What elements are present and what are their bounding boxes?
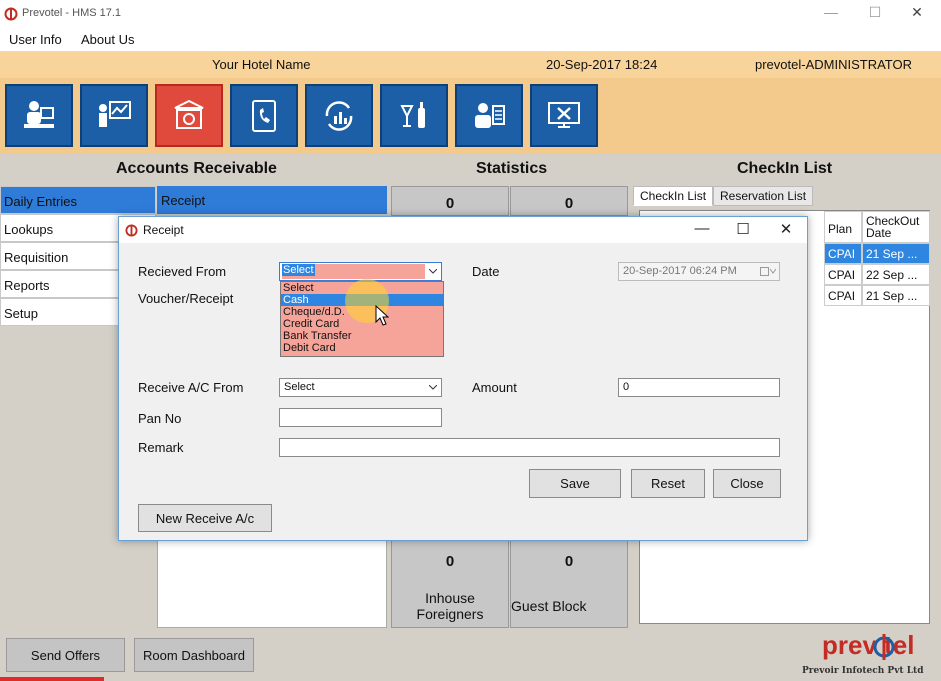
- stat-inhouse-foreigners-value: 0: [445, 553, 455, 570]
- amount-input[interactable]: 0: [618, 378, 780, 397]
- logged-user: prevotel-ADMINISTRATOR: [755, 57, 912, 72]
- window-title: Prevotel - HMS 17.1: [22, 7, 122, 19]
- remark-input[interactable]: [279, 438, 780, 457]
- dialog-logo-icon: [125, 224, 138, 237]
- presentation-button[interactable]: [80, 84, 148, 147]
- dialog-minimize-button[interactable]: —: [689, 220, 715, 237]
- accounts-content-panel: [157, 540, 387, 628]
- received-from-value: Select: [282, 264, 315, 276]
- minimize-button[interactable]: —: [816, 4, 846, 20]
- date-value: 20-Sep-2017 06:24 PM: [623, 265, 737, 277]
- receipt-dialog-title: Receipt: [143, 223, 184, 237]
- staff-button[interactable]: [455, 84, 523, 147]
- brand-wordmark: prev tel: [822, 630, 915, 660]
- menu-about-us[interactable]: About Us: [81, 32, 134, 47]
- title-bar: Prevotel - HMS 17.1 — ☐ ✕: [0, 0, 941, 28]
- column-header-plan[interactable]: Plan: [824, 211, 862, 243]
- pan-no-input[interactable]: [279, 408, 442, 427]
- calendar-icon[interactable]: [757, 263, 779, 280]
- phone-book-icon: [252, 99, 276, 132]
- receipt-entry-tab[interactable]: Receipt: [157, 186, 387, 214]
- chevron-down-icon[interactable]: [425, 263, 441, 280]
- statistics-title: Statistics: [476, 160, 548, 177]
- brand-tagline: Prevoir Infotech Pvt Ltd: [802, 666, 924, 676]
- receipt-dialog: Receipt — ☐ ✕ Recieved From Select Vouch…: [118, 216, 808, 541]
- module-toolbar: [0, 78, 941, 154]
- accounts-button[interactable]: [155, 84, 223, 147]
- stat-top-right-value: 0: [564, 195, 574, 212]
- front-desk-icon: [24, 100, 54, 128]
- hotel-name: Your Hotel Name: [212, 57, 311, 72]
- sync-chart-button[interactable]: [305, 84, 373, 147]
- date-picker[interactable]: 20-Sep-2017 06:24 PM: [618, 262, 780, 281]
- stat-tile-guest-block[interactable]: 0 Guest Block: [510, 540, 628, 628]
- front-desk-button[interactable]: [5, 84, 73, 147]
- option-debit-card[interactable]: Debit Card: [281, 342, 443, 354]
- staff-icon: [475, 102, 505, 128]
- stat-tile-top-right[interactable]: 0: [510, 186, 628, 216]
- mouse-pointer-icon: [375, 305, 389, 326]
- stat-guest-block-label: Guest Block: [511, 598, 587, 614]
- accounts-title: Accounts Receivable: [116, 160, 277, 177]
- send-offers-button[interactable]: Send Offers: [6, 638, 125, 672]
- dialog-maximize-button[interactable]: ☐: [730, 220, 756, 238]
- pan-no-label: Pan No: [138, 411, 182, 426]
- settings-monitor-icon: [548, 101, 580, 128]
- maximize-button[interactable]: ☐: [860, 4, 890, 21]
- stat-tile-inhouse-foreigners[interactable]: 0 Inhouse Foreigners: [391, 540, 509, 628]
- row-2-plan[interactable]: CPAI: [824, 264, 862, 285]
- brand-logo: prev tel Prevoir Infotech Pvt Ltd: [802, 630, 941, 681]
- phone-book-button[interactable]: [230, 84, 298, 147]
- receipt-dialog-titlebar: Receipt — ☐ ✕: [119, 217, 807, 243]
- row-2-checkout[interactable]: 22 Sep ...: [862, 264, 930, 285]
- date-label: Date: [472, 264, 500, 279]
- received-from-value-box: Select: [282, 264, 425, 279]
- menu-bar: User Info About Us: [0, 28, 941, 52]
- presentation-icon: [99, 100, 131, 127]
- tab-reservation-list[interactable]: Reservation List: [713, 186, 814, 206]
- stat-guest-block-value: 0: [564, 553, 574, 570]
- tab-checkin-list[interactable]: CheckIn List: [633, 186, 714, 206]
- amount-label: Amount: [472, 380, 517, 395]
- progress-strip: [0, 677, 104, 681]
- stat-top-left-value: 0: [445, 195, 455, 212]
- brand-o-icon: [873, 634, 895, 660]
- received-from-select[interactable]: Select: [279, 262, 442, 281]
- current-datetime: 20-Sep-2017 18:24: [546, 57, 658, 72]
- row-3-checkout[interactable]: 21 Sep ...: [862, 285, 930, 306]
- amount-value: 0: [623, 381, 630, 393]
- restaurant-bar-icon: [400, 101, 425, 128]
- nav-daily-entries[interactable]: Daily Entries: [0, 186, 156, 214]
- accounts-icon: [174, 99, 204, 129]
- restaurant-bar-button[interactable]: [380, 84, 448, 147]
- settings-monitor-button[interactable]: [530, 84, 598, 147]
- stat-tile-top-left[interactable]: 0: [391, 186, 509, 216]
- column-header-checkout[interactable]: CheckOut Date: [862, 211, 930, 243]
- close-button[interactable]: Close: [713, 469, 781, 498]
- chevron-down-icon[interactable]: [425, 379, 441, 396]
- bottom-bar: Send Offers Room Dashboard prev tel Prev…: [0, 630, 941, 681]
- row-1-plan[interactable]: CPAI: [824, 243, 862, 264]
- app-logo-icon: [4, 7, 18, 21]
- menu-user-info[interactable]: User Info: [9, 32, 62, 47]
- option-bank-transfer[interactable]: Bank Transfer: [281, 330, 443, 342]
- sync-chart-icon: [325, 100, 353, 131]
- receive-ac-label: Receive A/C From: [138, 380, 244, 395]
- receive-ac-select[interactable]: Select: [279, 378, 442, 397]
- room-dashboard-button[interactable]: Room Dashboard: [134, 638, 254, 672]
- checkin-title: CheckIn List: [737, 160, 833, 177]
- remark-label: Remark: [138, 440, 184, 455]
- save-button[interactable]: Save: [529, 469, 621, 498]
- close-window-button[interactable]: ✕: [902, 4, 932, 21]
- new-receive-ac-button[interactable]: New Receive A/c: [138, 504, 272, 532]
- header-strip: Your Hotel Name 20-Sep-2017 18:24 prevot…: [0, 52, 941, 78]
- received-from-label: Recieved From: [138, 264, 227, 279]
- stat-inhouse-foreigners-label: Inhouse Foreigners: [416, 590, 484, 622]
- reset-button[interactable]: Reset: [631, 469, 705, 498]
- voucher-receipt-label: Voucher/Receipt: [138, 291, 234, 306]
- dialog-close-button[interactable]: ✕: [773, 220, 799, 238]
- row-3-plan[interactable]: CPAI: [824, 285, 862, 306]
- receive-ac-value: Select: [284, 381, 315, 393]
- row-1-checkout[interactable]: 21 Sep ...: [862, 243, 930, 264]
